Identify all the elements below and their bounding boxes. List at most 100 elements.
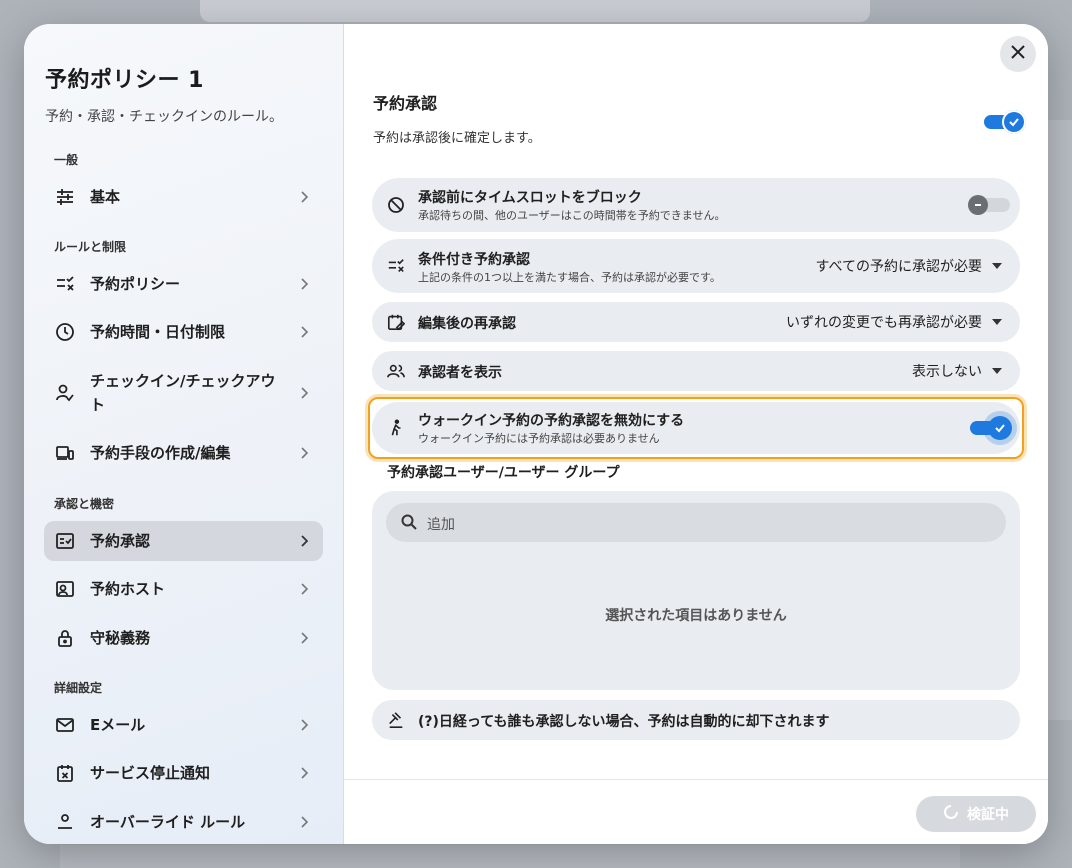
section-rules: ルールと制限 — [54, 240, 127, 254]
select-value: すべての予約に承認が必要 — [815, 259, 982, 275]
select-value: いずれの変更でも再承認が必要 — [786, 315, 982, 331]
block-timeslot-row: 承認前にタイムスロットをブロック 承認待ちの間、他のユーザーはこの時間帯を予約で… — [372, 178, 1020, 232]
sliders-icon — [54, 186, 76, 208]
sidebar-item-basic[interactable]: 基本 — [44, 174, 323, 220]
person-check-icon — [54, 382, 76, 404]
sidebar-item-label: サービス停止通知 — [90, 764, 211, 782]
row-title: 条件付き予約承認 — [418, 252, 530, 268]
row-title: 承認前にタイムスロットをブロック — [418, 190, 642, 206]
sidebar-subtitle: 予約・承認・チェックインのルール。 — [45, 109, 283, 125]
row-description: ウォークイン予約には予約承認は必要ありません — [418, 432, 660, 445]
sidebar-item-booking-policy[interactable]: 予約ポリシー — [44, 261, 323, 307]
chevron-right-icon — [299, 324, 309, 340]
sidebar-item-override-rules[interactable]: オーバーライド ルール — [44, 799, 323, 844]
background-header — [200, 0, 870, 22]
sidebar-item-label: 守秘義務 — [90, 629, 151, 647]
show-approver-select[interactable]: 表示しない — [912, 361, 1002, 381]
row-description: 上記の条件の1つ以上を満たす場合、予約は承認が必要です。 — [418, 271, 721, 284]
section-approval: 承認と機密 — [54, 497, 115, 511]
devices-icon — [54, 442, 76, 464]
sidebar-item-label: 予約手段の作成/編集 — [90, 444, 231, 462]
close-icon — [1010, 44, 1026, 64]
chevron-right-icon — [299, 385, 309, 401]
chevron-right-icon — [299, 630, 309, 646]
row-title: ウォークイン予約の予約承認を無効にする — [418, 413, 685, 429]
section-general: 一般 — [54, 153, 79, 167]
conditional-approval-select[interactable]: すべての予約に承認が必要 — [816, 256, 1002, 276]
sidebar-title: 予約ポリシー 1 — [45, 68, 204, 93]
mail-icon — [54, 714, 76, 736]
block-icon — [386, 195, 406, 215]
walking-person-icon — [386, 418, 406, 438]
page-title: 予約承認 — [373, 94, 438, 113]
show-approver-row: 承認者を表示 表示しない — [372, 351, 1020, 391]
sidebar-item-service-notice[interactable]: サービス停止通知 — [44, 750, 323, 796]
chevron-right-icon — [299, 276, 309, 292]
approval-icon — [54, 530, 76, 552]
auto-reject-row[interactable]: (?)日経っても誰も承認しない場合、予約は自動的に却下されます — [372, 700, 1020, 740]
walkin-approval-toggle[interactable] — [970, 416, 1012, 440]
sidebar-item-label: 予約ホスト — [90, 580, 166, 598]
override-icon — [54, 811, 76, 833]
check-icon — [1002, 110, 1026, 134]
calendar-edit-icon — [386, 312, 406, 332]
sidebar-item-label: Eメール — [90, 716, 146, 734]
approver-group-title: 予約承認ユーザー/ユーザー グループ — [387, 465, 620, 481]
people-icon — [386, 361, 406, 381]
policy-modal: 予約ポリシー 1 予約・承認・チェックインのルール。 一般 基本 ルールと制限 … — [24, 24, 1048, 844]
page-subtitle: 予約は承認後に確定します。 — [373, 131, 541, 146]
sidebar-item-booking-host[interactable]: 予約ホスト — [44, 566, 323, 612]
check-icon — [988, 416, 1012, 440]
sidebar-item-time-limits[interactable]: 予約時間・日付制限 — [44, 309, 323, 355]
approver-group-box: 追加 選択された項目はありません — [372, 491, 1020, 690]
walkin-approval-row: ウォークイン予約の予約承認を無効にする ウォークイン予約には予約承認は必要ありま… — [372, 402, 1020, 454]
empty-state-text: 選択された項目はありません — [605, 608, 787, 624]
sidebar-item-booking-approval[interactable]: 予約承認 — [44, 521, 323, 561]
caret-down-icon — [992, 319, 1002, 325]
sidebar-item-label: 予約ポリシー — [90, 275, 181, 293]
booking-approval-toggle[interactable] — [984, 110, 1026, 134]
caret-down-icon — [992, 263, 1002, 269]
calendar-x-icon — [54, 762, 76, 784]
gavel-icon — [386, 710, 406, 730]
chevron-right-icon — [299, 765, 309, 781]
verify-label: 検証中 — [967, 807, 1009, 823]
reapproval-select[interactable]: いずれの変更でも再承認が必要 — [786, 312, 1002, 332]
host-badge-icon — [54, 578, 76, 600]
sidebar-item-checkin[interactable]: チェックイン/チェックアウト — [44, 362, 323, 424]
search-icon — [400, 513, 418, 535]
rule-checklist-icon — [386, 256, 406, 276]
section-advanced: 詳細設定 — [54, 681, 103, 695]
spinner-icon — [943, 804, 959, 824]
sidebar: 予約ポリシー 1 予約・承認・チェックインのルール。 一般 基本 ルールと制限 … — [24, 24, 344, 844]
block-timeslot-toggle[interactable] — [968, 195, 1010, 215]
footer: 検証中 — [344, 779, 1048, 844]
caret-down-icon — [992, 368, 1002, 374]
conditional-approval-row: 条件付き予約承認 上記の条件の1つ以上を満たす場合、予約は承認が必要です。 すべ… — [372, 239, 1020, 293]
auto-reject-text: (?)日経っても誰も承認しない場合、予約は自動的に却下されます — [418, 714, 830, 730]
rule-checklist-icon — [54, 273, 76, 295]
row-title: 編集後の再承認 — [418, 316, 516, 332]
row-title: 承認者を表示 — [418, 365, 502, 381]
clock-icon — [54, 321, 76, 343]
sidebar-item-email[interactable]: Eメール — [44, 702, 323, 748]
lock-icon — [54, 627, 76, 649]
close-button[interactable] — [1000, 36, 1036, 72]
sidebar-item-label: 基本 — [90, 188, 121, 206]
sidebar-item-label: 予約時間・日付制限 — [90, 323, 226, 341]
background-footer — [60, 845, 960, 868]
verify-button[interactable]: 検証中 — [916, 796, 1036, 832]
chevron-right-icon — [299, 533, 309, 549]
sidebar-item-booking-methods[interactable]: 予約手段の作成/編集 — [44, 430, 323, 476]
approver-search-input[interactable]: 追加 — [386, 503, 1006, 542]
select-value: 表示しない — [912, 364, 982, 380]
reapproval-row: 編集後の再承認 いずれの変更でも再承認が必要 — [372, 302, 1020, 342]
sidebar-item-confidentiality[interactable]: 守秘義務 — [44, 615, 323, 661]
minus-icon — [968, 195, 988, 215]
chevron-right-icon — [299, 445, 309, 461]
chevron-right-icon — [299, 717, 309, 733]
background-panel — [1048, 120, 1072, 720]
search-placeholder: 追加 — [427, 517, 455, 533]
sidebar-item-label: オーバーライド ルール — [90, 813, 246, 831]
chevron-right-icon — [299, 814, 309, 830]
